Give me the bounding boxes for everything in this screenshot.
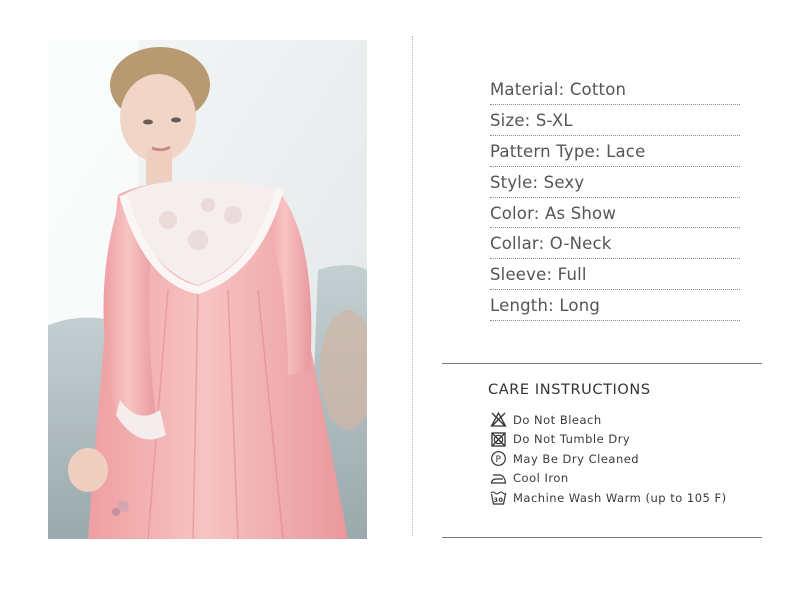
do-not-bleach-icon	[490, 411, 507, 428]
care-instructions-list: Do Not Bleach Do Not Tumble Dry P May Be…	[490, 410, 727, 508]
care-item: P May Be Dry Cleaned	[490, 449, 727, 469]
spec-pattern-type: Pattern Type: Lace	[490, 136, 740, 167]
care-item: Do Not Tumble Dry	[490, 430, 727, 450]
care-instructions-title: CARE INSTRUCTIONS	[488, 382, 651, 398]
vertical-dotted-divider	[412, 36, 413, 536]
spec-size: Size: S-XL	[490, 105, 740, 136]
spec-sleeve: Sleeve: Full	[490, 259, 740, 291]
care-section-bottom-rule	[442, 537, 762, 538]
svg-text:30: 30	[493, 496, 503, 504]
spec-color: Color: As Show	[490, 198, 740, 229]
care-item: Do Not Bleach	[490, 410, 727, 430]
spec-length: Length: Long	[490, 290, 740, 322]
product-detail-page: Material: Cotton Size: S-XL Pattern Type…	[0, 0, 800, 600]
care-item: 30 Machine Wash Warm (up to 105 F)	[490, 488, 727, 508]
care-item-text: Machine Wash Warm (up to 105 F)	[513, 490, 727, 505]
care-item-text: Cool Iron	[513, 471, 569, 486]
product-photo	[48, 40, 367, 539]
iron-icon	[490, 470, 507, 487]
do-not-tumble-dry-icon	[490, 431, 507, 448]
spec-list: Material: Cotton Size: S-XL Pattern Type…	[490, 74, 740, 322]
care-section-top-rule	[442, 363, 762, 364]
care-item-text: May Be Dry Cleaned	[513, 451, 640, 466]
care-item-text: Do Not Bleach	[513, 412, 602, 427]
spec-style: Style: Sexy	[490, 167, 740, 198]
model-nightgown-image	[48, 40, 367, 539]
care-item-text: Do Not Tumble Dry	[513, 432, 631, 447]
wash-30-icon: 30	[490, 489, 507, 506]
dry-clean-p-icon: P	[490, 450, 507, 467]
svg-text:P: P	[496, 455, 502, 465]
spec-material: Material: Cotton	[490, 74, 740, 105]
spec-collar: Collar: O-Neck	[490, 228, 740, 260]
care-item: Cool Iron	[490, 469, 727, 489]
